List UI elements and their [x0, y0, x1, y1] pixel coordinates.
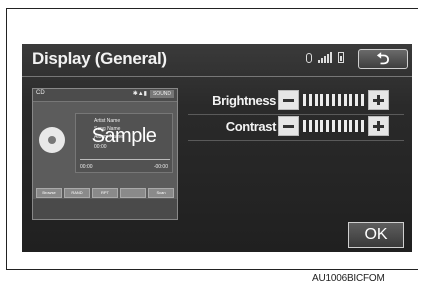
contrast-increase-button[interactable]: [368, 116, 389, 136]
preview-source-label: CD: [36, 90, 45, 96]
brightness-row: Brightness: [188, 90, 404, 115]
preview-top-bar: CD ✱▲▮ SOUND: [33, 89, 177, 102]
preview-artist: Artist Name: [94, 118, 121, 124]
preview-status-icons: ✱▲▮: [132, 91, 147, 97]
title-divider: [22, 76, 412, 77]
preview-sound-button: SOUND: [150, 90, 174, 98]
preview-button: Scan: [148, 188, 174, 198]
preview-elapsed: 00:00: [80, 164, 93, 170]
preview-button: Browse: [36, 188, 62, 198]
preview-disc-icon: [39, 127, 65, 153]
preview-lower-area: [33, 199, 177, 219]
preview-track-info: Artist Name Song Name Album Name 00:00 0…: [75, 113, 173, 173]
preview-progress-bar: [80, 159, 170, 160]
back-arrow-icon: ⮌: [376, 51, 390, 68]
bluetooth-icon: [306, 53, 312, 63]
battery-icon: [338, 52, 344, 63]
preview-remaining: -00:00: [153, 164, 168, 170]
contrast-row: Contrast: [188, 116, 404, 141]
row-divider: [188, 114, 404, 115]
contrast-level-indicator: [303, 120, 364, 132]
screen-title: Display (General): [32, 49, 167, 68]
brightness-level-indicator: [303, 94, 364, 106]
row-divider: [188, 140, 404, 141]
brightness-label: Brightness: [212, 93, 276, 108]
preview-thumbnail: CD ✱▲▮ SOUND Artist Name Song Name Album…: [32, 88, 178, 220]
preview-button: [120, 188, 146, 198]
preview-button-row: Browse RAND RPT Scan: [33, 188, 177, 198]
status-area: [306, 52, 344, 63]
back-button[interactable]: ⮌: [358, 49, 408, 69]
display-screen: Display (General) ⮌ CD ✱▲▮ SOUND Artist …: [22, 44, 412, 252]
brightness-decrease-button[interactable]: [278, 90, 299, 110]
contrast-label: Contrast: [225, 119, 277, 134]
brightness-increase-button[interactable]: [368, 90, 389, 110]
preview-button: RPT: [92, 188, 118, 198]
ok-button[interactable]: OK: [348, 222, 404, 248]
contrast-decrease-button[interactable]: [278, 116, 299, 136]
signal-icon: [318, 52, 332, 63]
figure-caption: AU1006BICFOM: [312, 273, 385, 284]
preview-sample-watermark: Sample: [91, 125, 157, 147]
preview-button: RAND: [64, 188, 90, 198]
